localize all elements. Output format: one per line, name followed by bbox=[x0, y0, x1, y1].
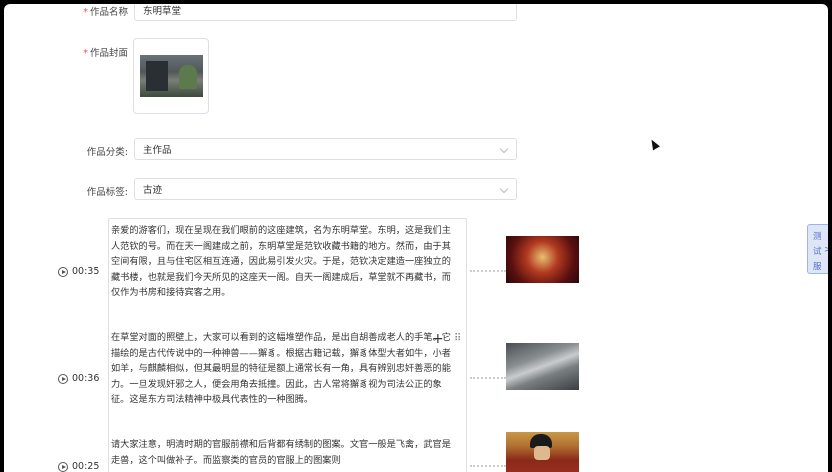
segment-time[interactable]: 00:25 bbox=[58, 461, 99, 472]
hall-interior-photo[interactable] bbox=[506, 236, 579, 283]
add-segment-icon[interactable]: + bbox=[432, 332, 444, 346]
cover-upload[interactable] bbox=[133, 38, 209, 114]
category-label: 作品分类: bbox=[86, 147, 128, 158]
chevron-down-icon bbox=[499, 184, 509, 194]
play-icon[interactable] bbox=[58, 373, 68, 384]
chevron-down-icon bbox=[499, 144, 509, 154]
chevron-right-icon: > bbox=[824, 245, 828, 255]
tag-select[interactable]: 古迹 bbox=[134, 178, 517, 200]
segment-text[interactable]: 亲爱的游客们，现在呈现在我们眼前的这座建筑，名为东明草堂。东明，这是我们主人范钦… bbox=[111, 223, 460, 301]
play-icon[interactable] bbox=[58, 461, 68, 472]
side-panel-tab[interactable]: 测 试 服 > bbox=[807, 224, 828, 274]
segment-text[interactable]: 在草堂对面的照壁上，大家可以看到的这幅堆塑作品，是出自胡善成老人的手笔。它描绘的… bbox=[111, 330, 460, 408]
title-label: * 作品名称 bbox=[83, 7, 128, 18]
connector-line bbox=[470, 465, 506, 467]
official-portrait-photo[interactable] bbox=[506, 432, 579, 472]
cover-label: * 作品封面 bbox=[83, 48, 128, 59]
drag-handle-icon[interactable]: ⠿ bbox=[454, 334, 461, 344]
title-input[interactable]: 东明草堂 bbox=[134, 4, 517, 21]
play-icon[interactable] bbox=[58, 266, 68, 277]
segment-text[interactable]: 请大家注意，明清时期的官服前襟和后背都有绣制的图案。文官一般是飞禽，武官是走兽，… bbox=[111, 437, 460, 468]
app-window: * 作品名称 东明草堂 * 作品封面 作品分类: 主作品 作品标签: 古迹 亲爱的游… bbox=[4, 4, 828, 472]
mouse-cursor-icon bbox=[648, 137, 660, 151]
connector-line bbox=[470, 377, 506, 379]
segment-time[interactable]: 00:35 bbox=[58, 266, 99, 277]
script-editor[interactable]: 亲爱的游客们，现在呈现在我们眼前的这座建筑，名为东明草堂。东明，这是我们主人范钦… bbox=[108, 218, 467, 472]
connector-line bbox=[470, 270, 506, 272]
segment-time[interactable]: 00:36 bbox=[58, 373, 99, 384]
tag-label: 作品标签: bbox=[86, 187, 128, 198]
cover-thumbnail[interactable] bbox=[140, 55, 203, 97]
category-select[interactable]: 主作品 bbox=[134, 138, 517, 160]
relief-sculpture-photo[interactable] bbox=[506, 343, 579, 390]
